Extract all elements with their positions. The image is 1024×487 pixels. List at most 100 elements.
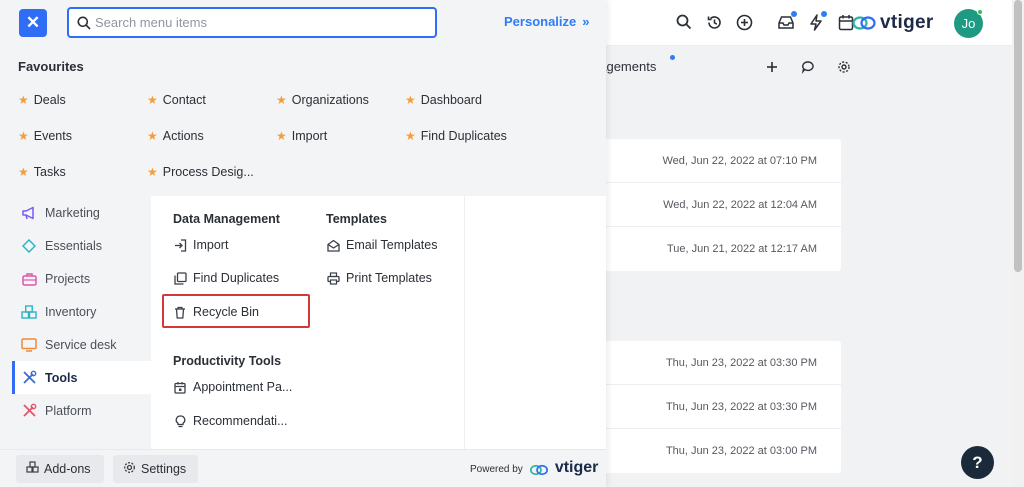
card-row[interactable]: Tue, Jun 21, 2022 at 12:17 AM: [606, 227, 841, 271]
category-label: Projects: [45, 271, 91, 286]
favourites-grid: ★ Deals ★ Contact ★ Organizations ★ Dashboar…: [18, 92, 534, 180]
card-row[interactable]: Wed, Jun 22, 2022 at 12:04 AM: [606, 183, 841, 227]
category-essentials[interactable]: Essentials: [12, 229, 151, 262]
gear-icon[interactable]: [836, 59, 852, 75]
timestamp: Thu, Jun 23, 2022 at 03:30 PM: [665, 356, 817, 369]
favourite-label: Deals: [33, 93, 66, 107]
brand-name: vtiger: [880, 12, 934, 33]
brand-logo[interactable]: vtiger: [852, 12, 934, 34]
timestamp: Thu, Jun 23, 2022 at 03:30 PM: [665, 400, 817, 413]
tool-label: Print Templates: [346, 271, 432, 285]
favourite-item-events[interactable]: ★ Events: [18, 128, 147, 144]
star-icon: ★: [147, 165, 158, 179]
favourite-item-find-duplicates[interactable]: ★ Find Duplicates: [405, 128, 534, 144]
powered-by-label: Powered by: [470, 464, 523, 475]
bolt-icon[interactable]: [806, 11, 827, 32]
favourites-section: Favourites ★ Deals ★ Contact ★ Organization…: [0, 46, 606, 196]
boxes-icon: [21, 304, 37, 320]
favourite-item-tasks[interactable]: ★ Tasks: [18, 164, 147, 180]
star-icon: ★: [276, 129, 287, 143]
settings-button[interactable]: Settings: [113, 455, 198, 483]
category-tools[interactable]: Tools: [12, 361, 151, 394]
star-icon: ★: [18, 93, 29, 107]
addons-button[interactable]: Add-ons: [16, 455, 104, 483]
tool-label: Email Templates: [346, 238, 438, 252]
category-inventory[interactable]: Inventory: [12, 295, 151, 328]
category-label: Marketing: [45, 205, 100, 220]
main-menu-panel: ✕ Personalize » Favourites ★ Deals ★ Conta…: [0, 0, 606, 487]
favourite-label: Tasks: [33, 165, 66, 179]
category-label: Platform: [45, 403, 92, 418]
category-platform[interactable]: Platform: [12, 394, 151, 427]
double-chevron-right-icon: »: [582, 14, 590, 29]
favourite-item-deals[interactable]: ★ Deals: [18, 92, 147, 108]
favourite-item-organizations[interactable]: ★ Organizations: [276, 92, 405, 108]
page-scrollbar[interactable]: [1012, 0, 1024, 487]
favourite-label: Contact: [162, 93, 206, 107]
notification-dot: [821, 11, 827, 17]
category-marketing[interactable]: Marketing: [12, 196, 151, 229]
tool-print-templates[interactable]: Print Templates: [326, 271, 432, 285]
favourite-label: Organizations: [291, 93, 369, 107]
favourite-item-import[interactable]: ★ Import: [276, 128, 405, 144]
tool-find-duplicates[interactable]: Find Duplicates: [173, 271, 279, 285]
activity-card: Wed, Jun 22, 2022 at 07:10 PM Wed, Jun 2…: [606, 139, 841, 271]
star-icon: ★: [405, 129, 416, 143]
menu-top-bar: ✕ Personalize »: [0, 0, 606, 46]
tool-appointment-pages[interactable]: Appointment Pa...: [173, 380, 292, 394]
lightbulb-icon: [173, 414, 187, 428]
star-icon: ★: [147, 129, 158, 143]
timestamp: Wed, Jun 22, 2022 at 07:10 PM: [662, 154, 817, 167]
card-row[interactable]: Thu, Jun 23, 2022 at 03:30 PM: [606, 341, 841, 385]
panel-divider: [464, 196, 465, 449]
category-service-desk[interactable]: Service desk: [12, 328, 151, 361]
timestamp: Thu, Jun 23, 2022 at 03:00 PM: [665, 445, 817, 457]
addons-icon: [26, 461, 39, 477]
online-status-dot: [977, 9, 983, 15]
favourite-item-process-designer[interactable]: ★ Process Desig...: [147, 164, 276, 180]
history-icon[interactable]: [704, 12, 724, 32]
scrollbar-thumb[interactable]: [1014, 0, 1022, 272]
envelope-open-icon: [326, 238, 340, 252]
tool-label: Import: [193, 238, 229, 252]
favourite-item-dashboard[interactable]: ★ Dashboard: [405, 92, 534, 108]
add-circle-icon[interactable]: [734, 12, 754, 32]
group-title-data-management: Data Management: [173, 212, 280, 226]
card-row[interactable]: Wed, Jun 22, 2022 at 07:10 PM: [606, 139, 841, 183]
help-button[interactable]: ?: [961, 446, 994, 479]
settings-label: Settings: [141, 462, 187, 476]
add-icon[interactable]: [764, 59, 780, 75]
personalize-link[interactable]: Personalize »: [504, 14, 590, 29]
tool-import[interactable]: Import: [173, 238, 228, 252]
sub-header-icons: [764, 59, 852, 75]
card-row[interactable]: Thu, Jun 23, 2022 at 03:00 PM: [606, 429, 841, 473]
tools-icon: [21, 370, 37, 386]
category-projects[interactable]: Projects: [12, 262, 151, 295]
star-icon: ★: [18, 129, 29, 143]
star-icon: ★: [405, 93, 416, 107]
megaphone-icon: [21, 205, 37, 221]
category-label: Tools: [45, 370, 78, 385]
close-menu-button[interactable]: ✕: [19, 9, 47, 37]
import-icon: [173, 238, 187, 252]
tool-email-templates[interactable]: Email Templates: [326, 238, 437, 252]
menu-search-input[interactable]: [95, 15, 415, 30]
card-row[interactable]: Thu, Jun 23, 2022 at 03:30 PM: [606, 385, 841, 429]
star-icon: ★: [147, 93, 158, 107]
inbox-icon[interactable]: [776, 11, 797, 32]
powered-by: Powered by vtiger: [470, 459, 599, 477]
favourite-item-contact[interactable]: ★ Contact: [147, 92, 276, 108]
category-sidebar: Marketing Essentials Projects Inventory …: [0, 196, 151, 449]
star-icon: ★: [18, 165, 29, 179]
comment-icon[interactable]: [800, 59, 816, 75]
header-icons: [674, 11, 856, 32]
notification-dot: [670, 55, 675, 60]
tool-recommendations[interactable]: Recommendati...: [173, 414, 287, 428]
platform-tools-icon: [21, 403, 37, 419]
search-icon: [77, 16, 91, 30]
favourite-item-actions[interactable]: ★ Actions: [147, 128, 276, 144]
powered-by-brand: vtiger: [554, 459, 599, 476]
search-icon[interactable]: [674, 12, 694, 32]
menu-search-box[interactable]: [67, 7, 437, 38]
avatar[interactable]: Jo: [954, 9, 983, 38]
